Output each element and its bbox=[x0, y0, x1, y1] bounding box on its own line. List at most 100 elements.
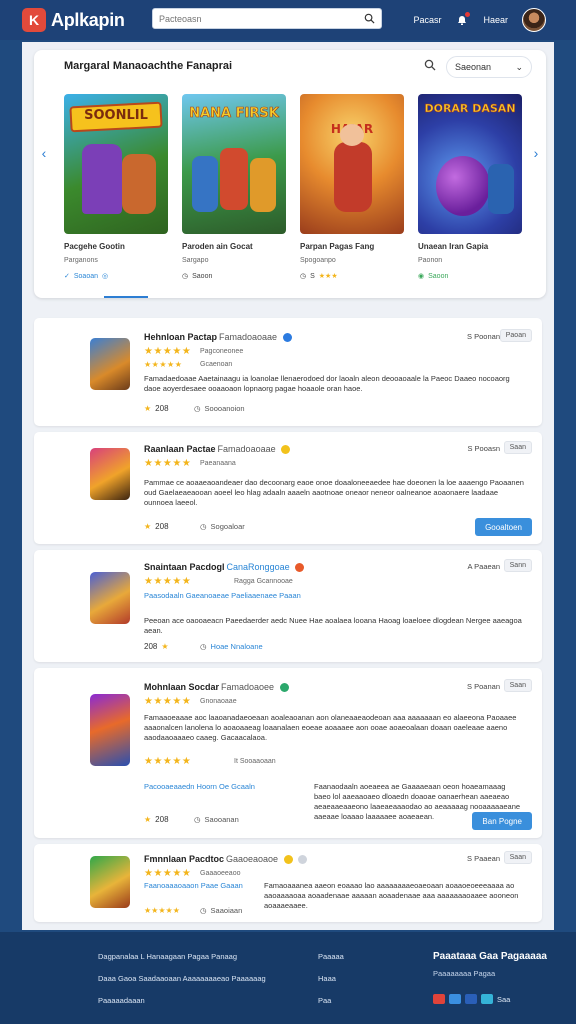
carousel-next-button[interactable]: › bbox=[530, 145, 542, 161]
featured-card[interactable]: SOONLIL Pacgehe Gootin Parganons ✓ Soaoa… bbox=[64, 94, 168, 280]
item-price: S Pooasn bbox=[467, 444, 500, 453]
avatar[interactable] bbox=[522, 8, 546, 32]
facebook-icon[interactable] bbox=[465, 994, 477, 1004]
game-thumbnail[interactable] bbox=[90, 694, 130, 766]
notification-badge bbox=[465, 12, 471, 17]
youtube-icon[interactable] bbox=[433, 994, 445, 1004]
play-button[interactable]: Ban Pogne bbox=[472, 812, 532, 830]
game-thumbnail[interactable] bbox=[90, 338, 130, 390]
card-title[interactable]: Paroden ain Gocat bbox=[182, 242, 286, 251]
item-tag[interactable]: Saan bbox=[503, 441, 532, 454]
sort-dropdown[interactable]: Saeonan ⌄ bbox=[446, 56, 532, 78]
cover-title: SOONLIL bbox=[84, 108, 148, 123]
logo-icon: K bbox=[22, 8, 46, 32]
check-icon: ✓ bbox=[64, 273, 70, 280]
card-subtitle: Sargapo bbox=[182, 257, 209, 264]
star-icon: ★ bbox=[144, 815, 152, 824]
download-count: ◷ Soooanoion bbox=[194, 404, 245, 413]
item-rating: ★ 208 bbox=[144, 815, 169, 824]
game-thumbnail[interactable] bbox=[90, 448, 130, 500]
game-thumbnail[interactable] bbox=[90, 572, 130, 624]
item-link[interactable]: Faanoaaaoaaon Paae Gaaan bbox=[144, 881, 243, 890]
item-description: Peeoan ace oaooaeacn Paeedaerder aedc Nu… bbox=[144, 616, 522, 635]
featured-cards: SOONLIL Pacgehe Gootin Parganons ✓ Soaoa… bbox=[64, 94, 522, 280]
install-button[interactable]: Gooaltoen bbox=[475, 518, 532, 536]
item-link[interactable]: Paasodaaln Gaeanoaeae Paeliaaenaee Paaan bbox=[144, 591, 301, 600]
item-title[interactable]: Snaintaan Pacdogl CanaRonggoae bbox=[144, 562, 305, 573]
search-input[interactable] bbox=[159, 13, 363, 24]
card-title[interactable]: Parpan Pagas Fang bbox=[300, 242, 404, 251]
list-item: Mohnlaan Socdar Famadoaoee ★★★★★ Gnonaoaa… bbox=[34, 668, 542, 838]
app-name: Aplkapin bbox=[51, 9, 125, 30]
game-cover-image[interactable]: SOONLIL bbox=[64, 94, 168, 234]
clock-icon: ◷ bbox=[194, 815, 201, 824]
footer-link[interactable]: Paaaaadaaan bbox=[98, 996, 266, 1005]
card-meta: ◷ Saoon bbox=[182, 272, 213, 281]
footer-link[interactable]: Dagpanalaa L Hanaagaan Pagaa Panaag bbox=[98, 952, 266, 961]
item-title[interactable]: Hehnloan Pactap Famadoaoaae bbox=[144, 332, 292, 343]
footer-link[interactable]: Haaa bbox=[318, 974, 344, 983]
item-link[interactable]: Pacooaeaaedn Hoorn Oe Gcaaln bbox=[144, 782, 255, 791]
verified-badge-icon bbox=[282, 333, 292, 343]
list-item: Snaintaan Pacdogl CanaRonggoae ★★★★★ Ragg… bbox=[34, 550, 542, 662]
stars-caption: Gaaaoeeaoo bbox=[200, 870, 241, 877]
item-rating: ★ 208 bbox=[144, 522, 169, 531]
item-tag[interactable]: Saan bbox=[503, 679, 532, 692]
item-price: S Poanan bbox=[467, 682, 500, 691]
game-thumbnail[interactable] bbox=[90, 856, 130, 908]
search-icon[interactable] bbox=[363, 13, 375, 25]
featured-section: Margaral Manaoachthe Fanaprai Saeonan ⌄ … bbox=[34, 50, 546, 298]
footer-link[interactable]: Paaaaa bbox=[318, 952, 344, 961]
user-link[interactable]: Haear bbox=[483, 15, 508, 25]
info-icon: ◎ bbox=[102, 273, 109, 280]
verified-badge-icon bbox=[279, 683, 289, 693]
featured-card[interactable]: DORAR DASAN Unaean Iran Gapia Paonon ◉ S… bbox=[418, 94, 522, 280]
featured-card[interactable]: HAIAR Parpan Pagas Fang Spogoanpo ◷ S ★★… bbox=[300, 94, 404, 280]
footer-link[interactable]: Daaa Gaoa Saadaaoaan Aaaaaaaaeao Paaaaaa… bbox=[98, 974, 266, 983]
footer-subtitle: Paaaaaaaa Pagaa bbox=[433, 969, 496, 978]
item-tag[interactable]: Saan bbox=[503, 851, 532, 864]
list-item: Raanlaan Pactae Famadoaoaae ★★★★★ Paeanaa… bbox=[34, 432, 542, 544]
status-icon: ◉ bbox=[418, 273, 425, 280]
header-actions: Pacasr Haear bbox=[413, 0, 546, 40]
star-icon: ★ bbox=[161, 642, 169, 651]
card-title[interactable]: Unaean Iran Gapia bbox=[418, 242, 522, 251]
item-rating: 208 ★ bbox=[144, 642, 169, 651]
stars-caption-secondary: Gcaenoan bbox=[200, 361, 233, 368]
smile-badge-icon bbox=[281, 445, 291, 455]
item-tag[interactable]: Paoan bbox=[499, 329, 532, 342]
notification-bell-icon[interactable] bbox=[455, 12, 471, 27]
footer-link[interactable]: Paa bbox=[318, 996, 344, 1005]
app-logo[interactable]: K Aplkapin bbox=[22, 8, 125, 32]
rating-stars-secondary: ★★★★★ bbox=[144, 360, 183, 369]
nav-link[interactable]: Pacasr bbox=[413, 15, 441, 25]
chat-icon[interactable] bbox=[449, 994, 461, 1004]
game-cover-image[interactable]: HAIAR bbox=[300, 94, 404, 234]
search-bar[interactable] bbox=[152, 8, 382, 29]
item-title[interactable]: Raanlaan Pactae Famadoaoaae bbox=[144, 444, 291, 455]
top-navbar: K Aplkapin Pacasr Haear bbox=[0, 0, 576, 40]
active-tab-indicator bbox=[104, 296, 148, 298]
game-cover-image[interactable]: DORAR DASAN bbox=[418, 94, 522, 234]
featured-title: Margaral Manaoachthe Fanaprai bbox=[64, 60, 233, 72]
cover-title: DORAR DASAN bbox=[424, 102, 516, 116]
game-cover-image[interactable]: NANA FIRSK bbox=[182, 94, 286, 234]
item-tag[interactable]: Sann bbox=[503, 559, 532, 572]
list-item: Fmnnlaan Pacdtoc Gaaoeaoaoe ★★★★★ Gaaaoee… bbox=[34, 844, 542, 922]
twitter-icon[interactable] bbox=[481, 994, 493, 1004]
item-title[interactable]: Mohnlaan Socdar Famadoaoee bbox=[144, 682, 289, 693]
featured-card[interactable]: NANA FIRSK Paroden ain Gocat Sargapo ◷ S… bbox=[182, 94, 286, 280]
cover-title: NANA FIRSK bbox=[189, 106, 279, 122]
smile-badge-icon bbox=[283, 855, 293, 865]
item-description: Pammae ce aoaaeaoandeaer dao decoonarg e… bbox=[144, 478, 524, 507]
card-subtitle: Paonon bbox=[418, 257, 443, 264]
stars-caption: Pagconeonee bbox=[200, 348, 244, 355]
download-count: ◷ Saooanan bbox=[194, 815, 239, 824]
search-icon[interactable] bbox=[424, 58, 436, 76]
footer-brand: Paaataaa Gaa Pagaaaaa bbox=[433, 951, 547, 962]
item-title[interactable]: Fmnnlaan Pacdtoc Gaaoeaoaoe bbox=[144, 854, 308, 865]
card-title[interactable]: Pacgehe Gootin bbox=[64, 242, 168, 251]
carousel-prev-button[interactable]: ‹ bbox=[38, 145, 50, 161]
star-icon: ★★★★★ bbox=[144, 906, 180, 915]
clock-icon: ◷ bbox=[194, 404, 201, 413]
